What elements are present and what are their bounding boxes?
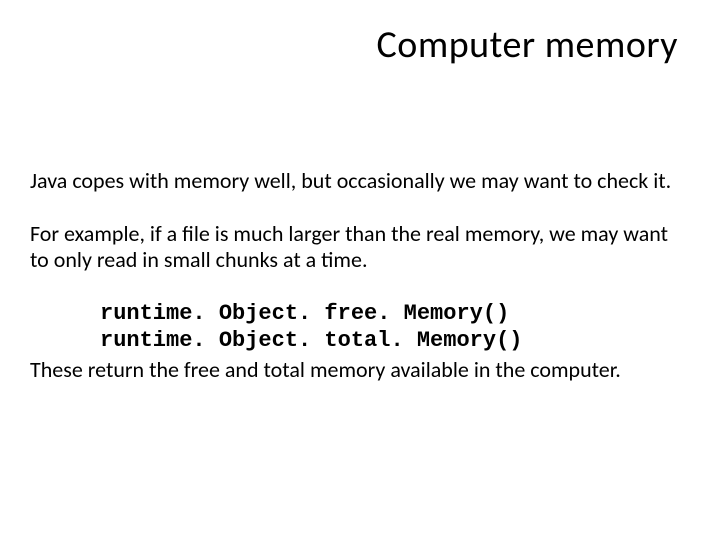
slide-body: Java copes with memory well, but occasio…: [30, 168, 690, 382]
paragraph-followup: These return the free and total memory a…: [30, 357, 690, 382]
slide-title: Computer memory: [30, 22, 678, 68]
code-line-total-memory: runtime. Object. total. Memory(): [100, 327, 690, 355]
code-block: runtime. Object. free. Memory() runtime.…: [100, 300, 690, 355]
paragraph-example: For example, if a file is much larger th…: [30, 221, 690, 272]
paragraph-intro: Java copes with memory well, but occasio…: [30, 168, 690, 193]
code-line-free-memory: runtime. Object. free. Memory(): [100, 300, 690, 328]
slide: Computer memory Java copes with memory w…: [0, 0, 720, 540]
